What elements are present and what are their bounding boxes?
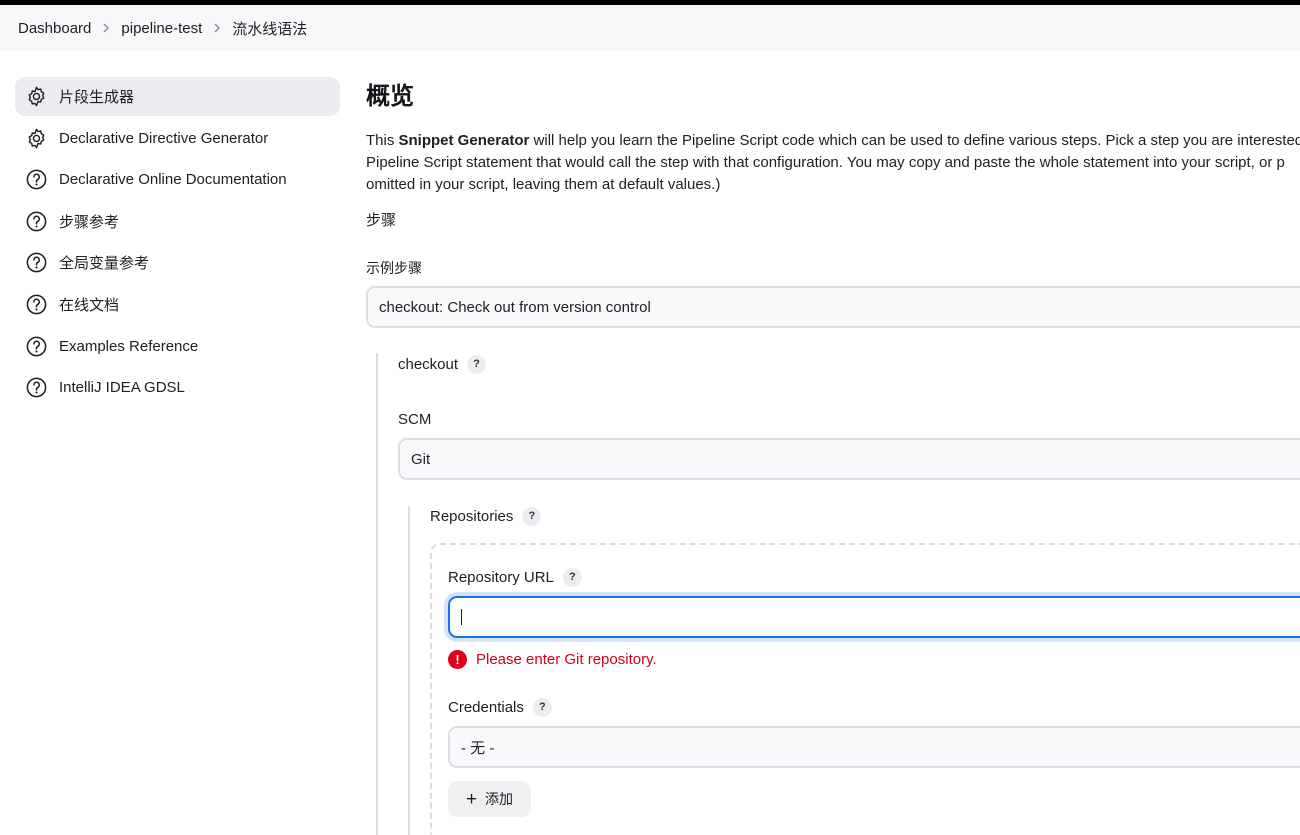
- text-caret: [461, 609, 462, 625]
- repositories-label: Repositories ?: [430, 505, 542, 527]
- sidebar: 片段生成器 Declarative Directive Generator De…: [15, 77, 340, 410]
- help-circle-icon: [25, 335, 48, 358]
- credentials-value: - 无 -: [461, 739, 495, 757]
- help-icon[interactable]: ?: [532, 697, 552, 717]
- error-icon: !: [448, 650, 467, 669]
- sidebar-item-snippet-generator[interactable]: 片段生成器: [15, 77, 340, 116]
- repositories-label-text: Repositories: [430, 507, 514, 525]
- breadcrumb-dashboard[interactable]: Dashboard: [18, 20, 91, 37]
- sidebar-item-examples-reference[interactable]: Examples Reference: [15, 327, 340, 366]
- breadcrumb-pipeline-syntax[interactable]: 流水线语法: [232, 18, 307, 39]
- scm-label: SCM: [398, 410, 432, 428]
- help-icon[interactable]: ?: [562, 567, 582, 587]
- scm-select[interactable]: Git: [398, 438, 1300, 480]
- checkout-label: checkout ?: [398, 353, 487, 375]
- help-circle-icon: [25, 251, 48, 274]
- plus-icon: +: [465, 788, 478, 810]
- add-button-label: 添加: [485, 791, 514, 807]
- sidebar-item-label: Examples Reference: [59, 337, 199, 355]
- sidebar-item-steps-reference[interactable]: 步骤参考: [15, 202, 340, 241]
- checkout-label-text: checkout: [398, 355, 459, 373]
- sidebar-item-global-variables-reference[interactable]: 全局变量参考: [15, 243, 340, 282]
- sample-step-label: 示例步骤: [366, 260, 422, 276]
- steps-label: 步骤: [366, 212, 397, 229]
- scm-section-divider: [408, 506, 410, 835]
- description-line-1-rest: will help you learn the Pipeline Script …: [529, 132, 1300, 149]
- credentials-label: Credentials ?: [448, 696, 552, 718]
- sidebar-item-intellij-idea-gdsl[interactable]: IntelliJ IDEA GDSL: [15, 368, 340, 407]
- help-icon[interactable]: ?: [522, 506, 542, 526]
- repository-url-input[interactable]: [448, 596, 1300, 638]
- checkout-section-divider: [376, 353, 378, 835]
- sidebar-item-label: 片段生成器: [59, 89, 135, 106]
- sidebar-item-declarative-directive-generator[interactable]: Declarative Directive Generator: [15, 119, 340, 158]
- description-line-1: This Snippet Generator will help you lea…: [366, 130, 1300, 152]
- sidebar-item-label: IntelliJ IDEA GDSL: [59, 379, 185, 397]
- gear-icon: [25, 127, 48, 150]
- repository-url-error-text: Please enter Git repository.: [476, 651, 657, 668]
- sample-step-value: checkout: Check out from version control: [379, 298, 651, 316]
- help-circle-icon: [25, 210, 48, 233]
- help-circle-icon: [25, 376, 48, 399]
- snippet-generator-description: This Snippet Generator will help you lea…: [366, 130, 1300, 196]
- sidebar-item-label: Declarative Online Documentation: [59, 171, 287, 189]
- repository-url-label: Repository URL ?: [448, 566, 582, 588]
- page-title: 概览: [366, 83, 414, 110]
- description-bold: Snippet Generator: [398, 132, 530, 149]
- credentials-select[interactable]: - 无 -: [448, 726, 1300, 768]
- credentials-label-text: Credentials: [448, 698, 524, 716]
- repository-url-error: ! Please enter Git repository.: [448, 650, 657, 669]
- description-line-3: omitted in your script, leaving them at …: [366, 176, 721, 193]
- sample-step-select[interactable]: checkout: Check out from version control: [366, 286, 1300, 328]
- chevron-right-icon: [91, 22, 121, 34]
- help-circle-icon: [25, 168, 48, 191]
- sidebar-item-label: 在线文档: [59, 296, 120, 314]
- description-prefix: This: [366, 132, 399, 149]
- chevron-right-icon: [202, 22, 232, 34]
- sidebar-item-label: 步骤参考: [59, 213, 120, 231]
- main-content: 概览 This Snippet Generator will help you …: [366, 0, 1300, 835]
- breadcrumb-pipeline-test[interactable]: pipeline-test: [121, 20, 202, 37]
- sidebar-item-online-documentation[interactable]: 在线文档: [15, 285, 340, 324]
- description-line-2: Pipeline Script statement that would cal…: [366, 154, 1285, 171]
- add-credentials-button[interactable]: + 添加: [448, 781, 531, 817]
- help-icon[interactable]: ?: [467, 354, 487, 374]
- gear-icon: [25, 85, 48, 108]
- sidebar-item-declarative-online-documentation[interactable]: Declarative Online Documentation: [15, 160, 340, 199]
- help-circle-icon: [25, 293, 48, 316]
- sidebar-item-label: Declarative Directive Generator: [59, 129, 269, 147]
- sidebar-item-label: 全局变量参考: [59, 255, 150, 273]
- scm-value: Git: [411, 450, 431, 468]
- repository-url-label-text: Repository URL: [448, 568, 554, 586]
